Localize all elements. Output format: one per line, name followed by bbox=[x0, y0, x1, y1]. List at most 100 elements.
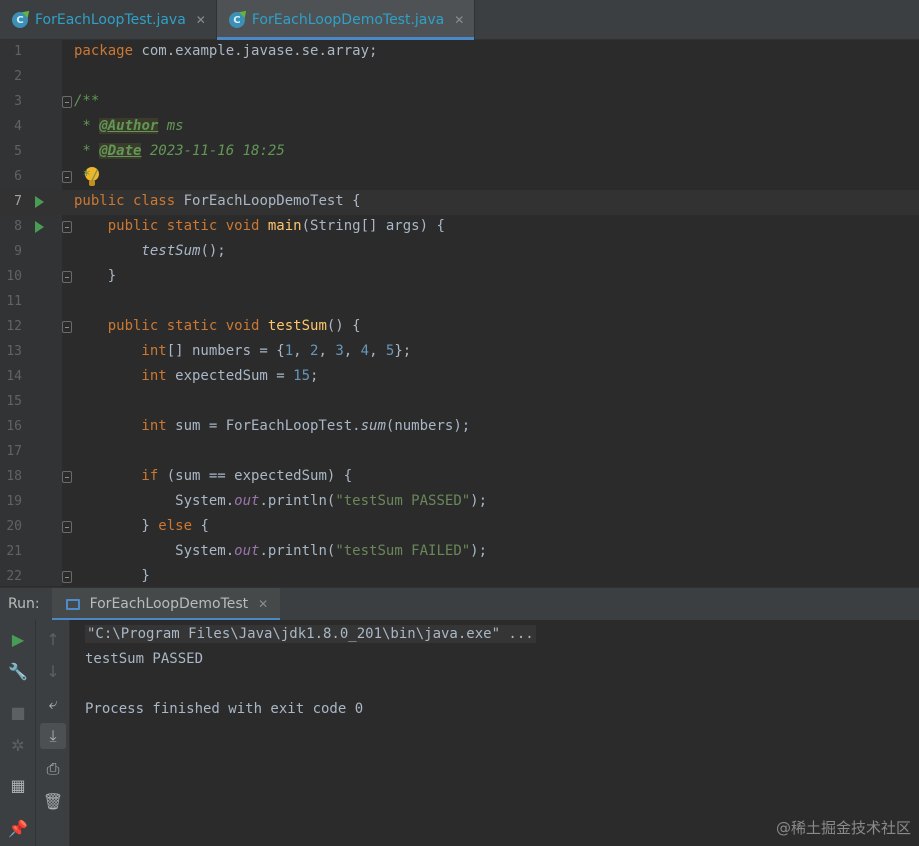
run-gutter-icon[interactable] bbox=[35, 196, 44, 208]
code-line: 5 * @Date 2023-11-16 18:25 bbox=[0, 140, 919, 165]
print-icon[interactable]: ⎙ bbox=[40, 756, 66, 782]
stop-icon[interactable]: ■ bbox=[5, 699, 31, 725]
code-token: System. bbox=[74, 543, 235, 559]
code-line: 15 bbox=[0, 390, 919, 415]
soft-wrap-icon[interactable]: ⤶ bbox=[40, 691, 66, 717]
fold-icon[interactable] bbox=[62, 96, 72, 108]
line-number: 18 bbox=[6, 469, 22, 484]
code-token: [] numbers = { bbox=[166, 343, 285, 359]
tab-foreachloopdemotest[interactable]: C ForEachLoopDemoTest.java ✕ bbox=[216, 0, 476, 40]
pin-icon[interactable]: 📌 bbox=[5, 815, 31, 841]
code-line: 21 System.out.println("testSum FAILED"); bbox=[0, 540, 919, 565]
wrench-icon[interactable]: 🔧 bbox=[5, 658, 31, 684]
code-line: 1 package com.example.javase.se.array; bbox=[0, 40, 919, 65]
code-line: 14 int expectedSum = 15; bbox=[0, 365, 919, 390]
run-toolbar-primary: ▶ 🔧 ■ ✲ ▦ 📌 bbox=[0, 620, 36, 846]
fold-icon[interactable] bbox=[62, 221, 72, 233]
line-number: 19 bbox=[6, 494, 22, 509]
arrow-up-icon[interactable]: ↑ bbox=[40, 626, 66, 652]
console-line: Process finished with exit code 0 bbox=[85, 701, 364, 717]
code-token: .println( bbox=[259, 493, 336, 509]
code-token: "testSum PASSED" bbox=[335, 493, 471, 509]
code-line: 4 * @Author ms bbox=[0, 115, 919, 140]
code-line: 3 /** bbox=[0, 90, 919, 115]
run-gutter-icon[interactable] bbox=[35, 221, 44, 233]
line-number: 3 bbox=[14, 94, 22, 109]
code-token: ); bbox=[470, 543, 488, 559]
java-class-icon: C bbox=[12, 12, 28, 28]
code-token: } bbox=[74, 568, 150, 584]
code-token: ); bbox=[470, 493, 488, 509]
code-token: 1 bbox=[284, 343, 294, 359]
tab-foreachlooptest[interactable]: C ForEachLoopTest.java ✕ bbox=[0, 0, 217, 40]
code-token: 4 bbox=[360, 343, 370, 359]
code-token: package bbox=[74, 43, 134, 59]
close-icon[interactable]: ✕ bbox=[196, 13, 206, 27]
run-config-icon bbox=[65, 598, 80, 610]
line-number: 12 bbox=[6, 319, 22, 334]
debug-icon[interactable]: ✲ bbox=[5, 732, 31, 758]
layout-icon[interactable]: ▦ bbox=[5, 772, 31, 798]
line-number: 7 bbox=[14, 194, 22, 209]
code-token: sum = ForEachLoopTest. bbox=[166, 418, 361, 434]
line-number: 22 bbox=[6, 569, 22, 584]
code-line: 12 public static void testSum() { bbox=[0, 315, 919, 340]
fold-icon[interactable] bbox=[62, 471, 72, 483]
code-token: () { bbox=[326, 318, 361, 334]
scroll-to-end-icon[interactable]: ⤓ bbox=[40, 723, 66, 749]
code-token: if bbox=[74, 468, 159, 484]
code-token: (numbers); bbox=[385, 418, 471, 434]
code-token: (); bbox=[200, 243, 226, 259]
code-token: (sum == expectedSum) { bbox=[158, 468, 353, 484]
line-number: 6 bbox=[14, 169, 22, 184]
code-token: main bbox=[259, 218, 302, 234]
code-token: @Date bbox=[99, 143, 142, 159]
line-number: 16 bbox=[6, 419, 22, 434]
line-number: 13 bbox=[6, 344, 22, 359]
line-number: 11 bbox=[6, 294, 22, 309]
close-icon[interactable]: ✕ bbox=[258, 597, 268, 611]
code-token: com.example.javase.se.array; bbox=[133, 43, 378, 59]
fold-icon[interactable] bbox=[62, 571, 72, 583]
line-number: 8 bbox=[14, 219, 22, 234]
code-line: 13 int[] numbers = {1, 2, 3, 4, 5}; bbox=[0, 340, 919, 365]
code-token: * bbox=[74, 118, 100, 134]
code-line: 2 bbox=[0, 65, 919, 90]
code-line: 19 System.out.println("testSum PASSED"); bbox=[0, 490, 919, 515]
rerun-icon[interactable]: ▶ bbox=[5, 626, 31, 652]
code-token: public static void bbox=[74, 218, 260, 234]
code-token: * bbox=[74, 143, 100, 159]
fold-icon[interactable] bbox=[62, 521, 72, 533]
code-token: ms bbox=[158, 118, 184, 134]
trash-icon[interactable]: 🗑 bbox=[40, 788, 66, 814]
code-token: , bbox=[318, 343, 336, 359]
console-command-line: "C:\Program Files\Java\jdk1.8.0_201\bin\… bbox=[85, 625, 536, 643]
code-token: sum bbox=[360, 418, 386, 434]
run-tab[interactable]: ForEachLoopDemoTest ✕ bbox=[51, 587, 281, 621]
code-line: 18 if (sum == expectedSum) { bbox=[0, 465, 919, 490]
tab-label: ForEachLoopTest.java bbox=[35, 12, 186, 28]
code-line: 11 bbox=[0, 290, 919, 315]
arrow-down-icon[interactable]: ↓ bbox=[40, 658, 66, 684]
code-line: 7 public class ForEachLoopDemoTest { bbox=[0, 190, 919, 215]
line-number: 10 bbox=[6, 269, 22, 284]
editor-tab-bar: C ForEachLoopTest.java ✕ C ForEachLoopDe… bbox=[0, 0, 919, 40]
code-token: int bbox=[74, 343, 167, 359]
fold-icon[interactable] bbox=[62, 171, 72, 183]
line-number: 1 bbox=[14, 44, 22, 59]
console-output[interactable]: "C:\Program Files\Java\jdk1.8.0_201\bin\… bbox=[70, 620, 919, 846]
close-icon[interactable]: ✕ bbox=[454, 13, 464, 27]
code-token: public static void bbox=[74, 318, 260, 334]
code-token: int bbox=[74, 368, 167, 384]
line-number: 4 bbox=[14, 119, 22, 134]
code-line: 8 public static void main(String[] args)… bbox=[0, 215, 919, 240]
line-number: 20 bbox=[6, 519, 22, 534]
code-token: testSum bbox=[259, 318, 327, 334]
code-token: , bbox=[293, 343, 311, 359]
code-editor[interactable]: 1 package com.example.javase.se.array; 2… bbox=[0, 40, 919, 586]
watermark: @稀土掘金技术社区 bbox=[775, 819, 911, 837]
code-token: "testSum FAILED" bbox=[335, 543, 471, 559]
fold-icon[interactable] bbox=[62, 321, 72, 333]
fold-icon[interactable] bbox=[62, 271, 72, 283]
code-token: , bbox=[343, 343, 361, 359]
